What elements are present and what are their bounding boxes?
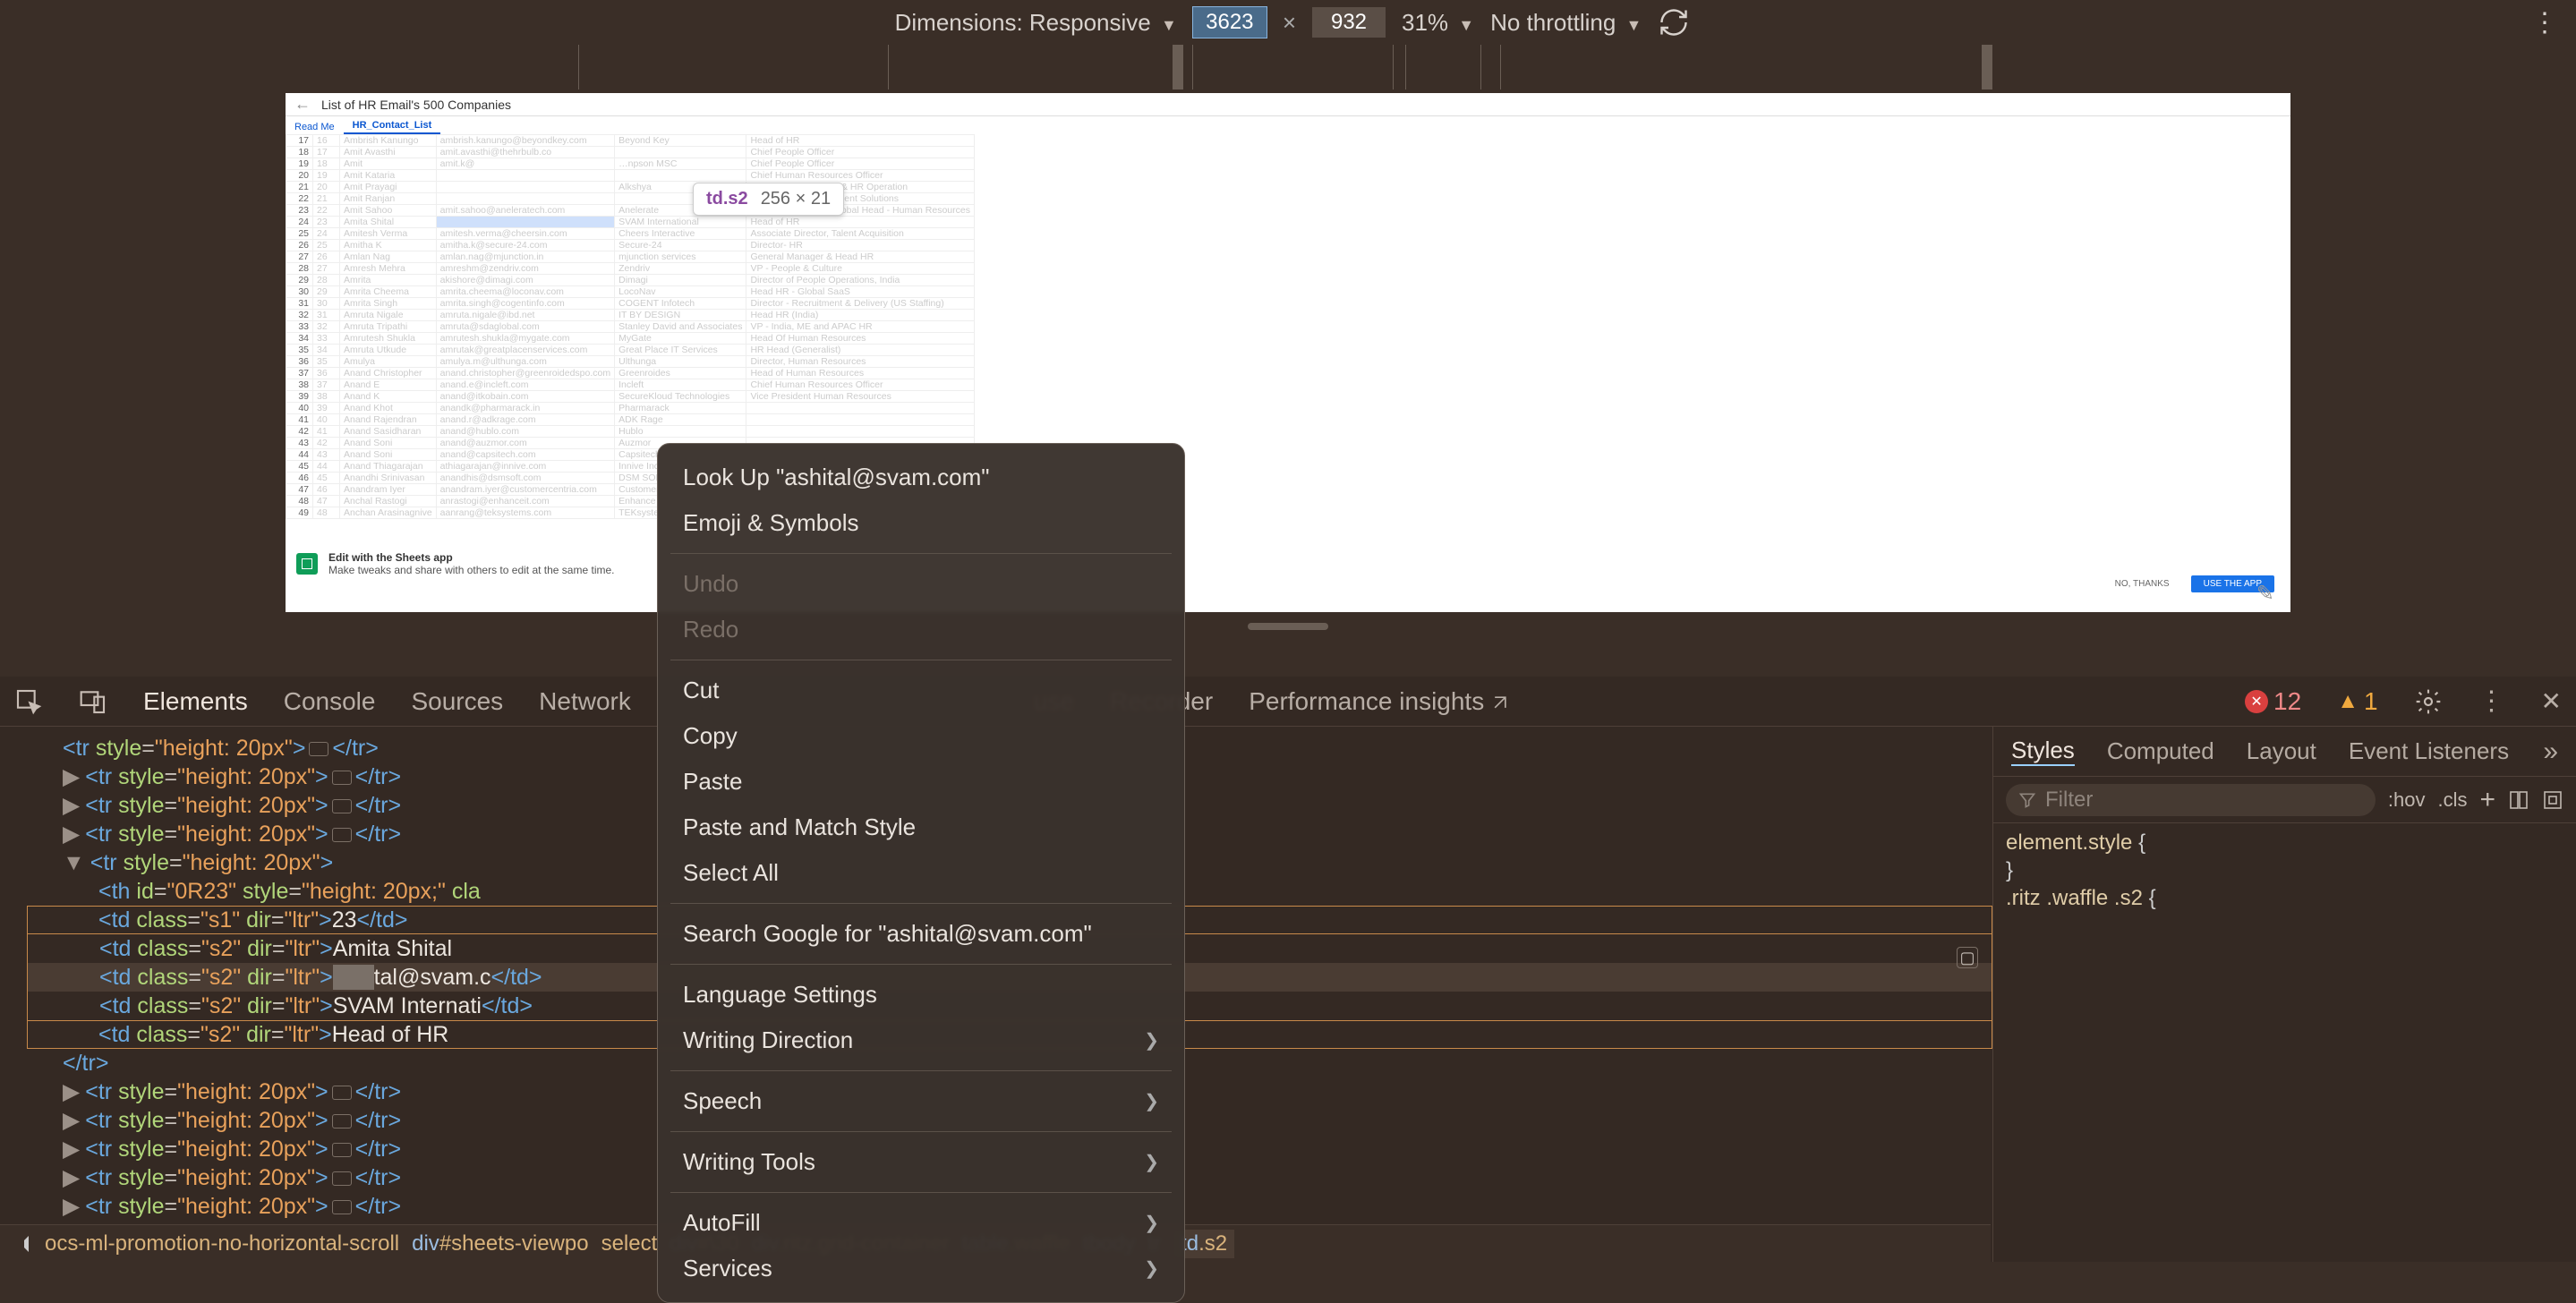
no-thanks-button[interactable]: NO, THANKS [2103, 575, 2182, 592]
table-row[interactable]: 2524Amitesh Vermaamitesh.verma@cheersin.… [286, 228, 975, 240]
filter-funnel-icon [2018, 791, 2036, 809]
ctx-search-google[interactable]: Search Google for "ashital@svam.com" [658, 911, 1184, 957]
table-row[interactable]: 3534Amruta Utkudeamrutak@greatplacenserv… [286, 345, 975, 356]
breadcrumb-item[interactable]: select [601, 1231, 658, 1256]
tab-network[interactable]: Network [539, 687, 631, 716]
styles-tab-computed[interactable]: Computed [2107, 737, 2214, 765]
breadcrumb-item[interactable]: div#sheets-viewpo [412, 1231, 588, 1256]
ctx-redo: Redo [658, 607, 1184, 652]
ctx-look-up[interactable]: Look Up "ashital@svam.com" [658, 455, 1184, 500]
error-count[interactable]: ✕12 [2245, 687, 2301, 716]
breadcrumb-item[interactable]: ocs-ml-promotion-no-horizontal-scroll [45, 1231, 399, 1256]
new-rule-plus-icon[interactable]: + [2479, 785, 2495, 815]
overflow-dots-icon[interactable]: ⋯ [0, 954, 1, 983]
table-row[interactable]: 4140Anand Rajendrananand.r@adkrage.comAD… [286, 414, 975, 426]
table-row[interactable]: 3029Amrita Cheemaamrita.cheema@loconav.c… [286, 286, 975, 298]
dimension-x: × [1283, 9, 1296, 37]
ctx-select-all[interactable]: Select All [658, 850, 1184, 896]
table-row[interactable]: 3231Amruta Nigaleamruta.nigale@ibd.netIT… [286, 310, 975, 321]
cls-toggle[interactable]: .cls [2437, 788, 2467, 812]
ctx-cut[interactable]: Cut [658, 668, 1184, 713]
zoom-dropdown[interactable]: 31% ▼ [1402, 9, 1474, 37]
devtools-close-icon[interactable]: ✕ [2541, 686, 2562, 716]
table-row[interactable]: 2827Amresh Mehraamreshm@zendriv.comZendr… [286, 263, 975, 275]
spreadsheet-grid[interactable]: 1716Ambrish Kanungoambrish.kanungo@beyon… [286, 134, 2290, 519]
media-query-ruler [0, 45, 2576, 89]
table-row[interactable]: 3736Anand Christopheranand.christopher@g… [286, 368, 975, 379]
ctx-copy[interactable]: Copy [658, 713, 1184, 759]
devtools-panel: Elements Console Sources Network use Rec… [0, 677, 2576, 1262]
context-menu: Look Up "ashital@svam.com" Emoji & Symbo… [657, 443, 1185, 1303]
tab-read-me[interactable]: Read Me [286, 120, 344, 134]
table-row[interactable]: 2322Amit Sahooamit.sahoo@aneleratech.com… [286, 205, 975, 217]
ctx-paste[interactable]: Paste [658, 759, 1184, 805]
tab-performance-insights[interactable]: Performance insights [1249, 687, 1509, 716]
ctx-writing-tools[interactable]: Writing Tools❯ [658, 1139, 1184, 1185]
styles-tab-event-listeners[interactable]: Event Listeners [2349, 737, 2509, 765]
table-row[interactable]: 3635Amulyaamulya.m@ulthunga.comUlthungaD… [286, 356, 975, 368]
table-row[interactable]: 2120Amit PrayagiAlkshyaHead Of Recruitme… [286, 182, 975, 193]
ctx-paste-match[interactable]: Paste and Match Style [658, 805, 1184, 850]
table-row[interactable]: 3130Amrita Singhamrita.singh@cogentinfo.… [286, 298, 975, 310]
box-model-icon[interactable] [2542, 789, 2563, 811]
table-row[interactable]: 2221Amit RanjanAssociate Director- Talen… [286, 193, 975, 205]
device-toolbar: Dimensions: Responsive ▼ × 31% ▼ No thro… [0, 0, 2576, 45]
tab-hr-contact-list[interactable]: HR_Contact_List [344, 118, 441, 134]
warning-count[interactable]: ▲1 [2337, 687, 2377, 716]
table-row[interactable]: 4241Anand Sasidharananand@hublo.comHublo [286, 426, 975, 438]
ctx-speech[interactable]: Speech❯ [658, 1078, 1184, 1124]
styles-filter-input[interactable]: Filter [2006, 784, 2376, 816]
table-row[interactable]: 3433Amrutesh Shuklaamrutesh.shukla@mygat… [286, 333, 975, 345]
screencast-viewport[interactable]: ← List of HR Email's 500 Companies Read … [286, 93, 2290, 612]
height-input[interactable] [1312, 7, 1386, 38]
edit-pencil-icon[interactable]: ✎ [2256, 581, 2274, 607]
ctx-emoji[interactable]: Emoji & Symbols [658, 500, 1184, 546]
open-in-new-icon[interactable]: ▢ [1957, 947, 1978, 968]
throttling-dropdown[interactable]: No throttling ▼ [1490, 9, 1642, 37]
table-row[interactable]: 2423Amita ShitalSVAM InternationalHead o… [286, 217, 975, 228]
table-row[interactable]: 2625Amitha Kamitha.k@secure-24.comSecure… [286, 240, 975, 251]
table-row[interactable]: 2726Amlan Nagamlan.nag@mjunction.inmjunc… [286, 251, 975, 263]
crumb-scroll-left-icon[interactable] [13, 1236, 29, 1252]
ctx-services[interactable]: Services❯ [658, 1246, 1184, 1291]
sheets-app-icon [296, 553, 318, 575]
table-row[interactable]: 2019Amit KatariaChief Human Resources Of… [286, 170, 975, 182]
sheets-app-promo: Edit with the Sheets app Make tweaks and… [296, 551, 615, 576]
dimensions-dropdown[interactable]: Dimensions: Responsive ▼ [895, 9, 1177, 37]
styles-tab-layout[interactable]: Layout [2247, 737, 2316, 765]
devtools-tab-bar: Elements Console Sources Network use Rec… [0, 677, 2576, 727]
ctx-writing-direction[interactable]: Writing Direction❯ [658, 1018, 1184, 1063]
tab-console[interactable]: Console [284, 687, 376, 716]
table-row[interactable]: 1716Ambrish Kanungoambrish.kanungo@beyon… [286, 135, 975, 147]
styles-tab-styles[interactable]: Styles [2011, 737, 2075, 766]
table-row[interactable]: 4039Anand Khotanandk@pharmarack.inPharma… [286, 403, 975, 414]
styles-tabs-more-icon[interactable]: » [2543, 737, 2558, 767]
tab-sources[interactable]: Sources [411, 687, 503, 716]
devtools-kebab-icon[interactable]: ⋮ [2478, 686, 2505, 717]
element-hover-tooltip: td.s2 256 × 21 [693, 183, 844, 216]
settings-gear-icon[interactable] [2414, 687, 2443, 716]
table-row[interactable]: 3332Amruta Tripathiamruta@sdaglobal.comS… [286, 321, 975, 333]
ctx-undo: Undo [658, 561, 1184, 607]
table-row[interactable]: 3837Anand Eanand.e@incleft.comIncleftChi… [286, 379, 975, 391]
tab-elements[interactable]: Elements [143, 687, 248, 716]
styles-pane: Styles Computed Layout Event Listeners »… [1992, 727, 2576, 1262]
sheet-tabs: Read Me HR_Contact_List [286, 116, 2290, 134]
drawer-resize-handle[interactable] [1248, 623, 1328, 630]
table-row[interactable]: 1817Amit Avasthiamit.avasthi@thehrbulb.c… [286, 147, 975, 158]
rotate-icon[interactable] [1658, 6, 1690, 38]
table-row[interactable]: 3938Anand Kanand@itkobain.comSecureKloud… [286, 391, 975, 403]
table-row[interactable]: 2928Amritaakishore@dimagi.comDimagiDirec… [286, 275, 975, 286]
inspect-icon[interactable] [14, 687, 43, 716]
computed-panel-icon[interactable] [2508, 789, 2529, 811]
ctx-autofill[interactable]: AutoFill❯ [658, 1200, 1184, 1246]
width-input[interactable] [1193, 7, 1267, 38]
device-toggle-icon[interactable] [79, 687, 107, 716]
table-row[interactable]: 1918Amitamit.k@…npson MSCChief People Of… [286, 158, 975, 170]
hov-toggle[interactable]: :hov [2388, 788, 2426, 812]
ctx-language-settings[interactable]: Language Settings [658, 972, 1184, 1018]
sheet-title: List of HR Email's 500 Companies [321, 98, 511, 112]
back-arrow-icon[interactable]: ← [294, 95, 311, 114]
device-bar-kebab-icon[interactable]: ⋮ [2531, 7, 2558, 38]
